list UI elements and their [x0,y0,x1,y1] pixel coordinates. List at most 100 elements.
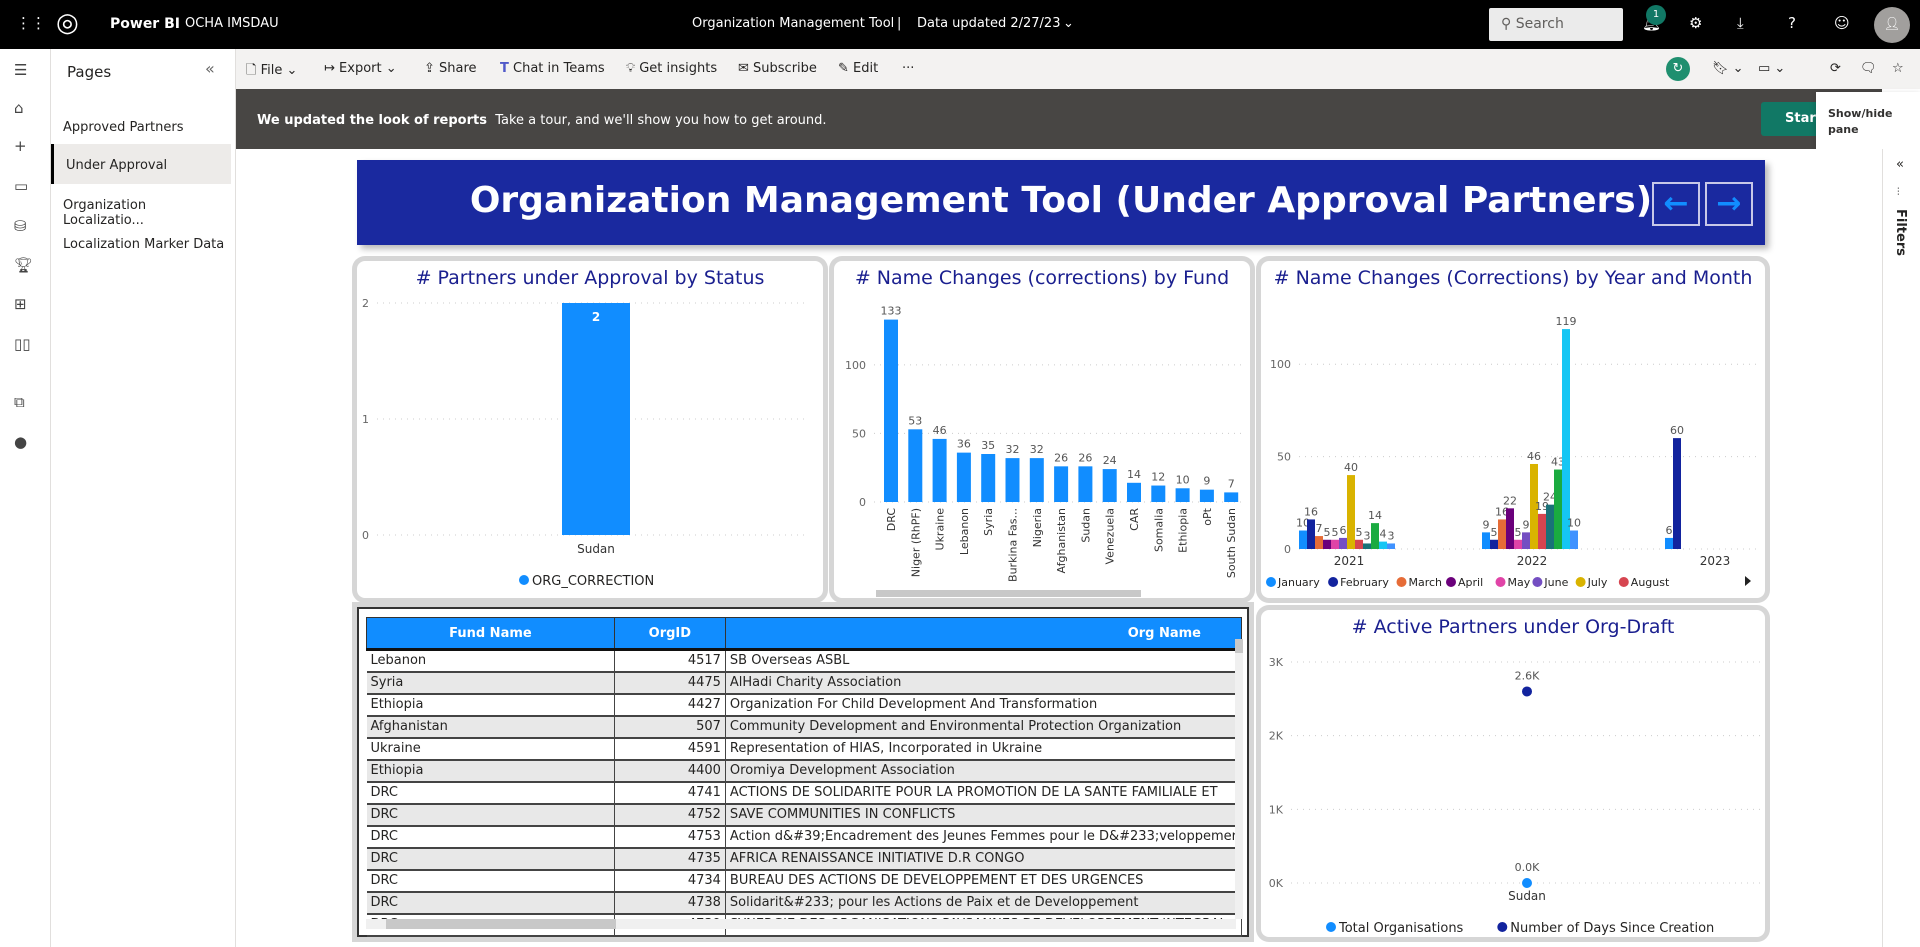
home-icon[interactable]: ⌂ [14,99,24,117]
table-row[interactable]: Ethiopia 4427 Organization For Child Devel… [366,693,1243,717]
org-name-cell: ACTIONS DE SOLIDARITE POUR LA PROMOTION … [725,781,1243,805]
legend-label: Number of Days Since Creation [1510,921,1714,936]
column-header-fund-name[interactable]: Fund Name [366,617,615,651]
chart-title: # Name Changes (corrections) by Fund [854,267,1230,289]
horizontal-scrollbar[interactable] [366,919,1236,929]
table-row[interactable]: DRC 4735 AFRICA RENAISSANCE INITIATIVE D.R… [366,847,1243,871]
chart-title: # Partners under Approval by Status [415,267,765,289]
bar [1673,438,1681,549]
brand[interactable]: Power BI [110,16,180,32]
chat-in-teams-button[interactable]: T Chat in Teams [500,61,605,76]
legend-label: June [1543,576,1568,589]
get-insights-button[interactable]: 💡︎ Get insights [626,61,717,76]
x-tick-label: Venezuela [1104,508,1117,565]
next-page-button[interactable]: → [1705,182,1753,226]
table-row[interactable]: Afghanistan 507 Community Development and … [366,715,1243,739]
active-partners-org-draft-chart[interactable]: # Active Partners under Org-Draft 0K 1K 2K 3… [1261,610,1765,937]
workspace-name[interactable]: OCHA IMSDAU [185,16,279,31]
bar [1554,469,1562,549]
edit-button[interactable]: ✎ Edit [838,61,878,76]
help-icon[interactable]: ? [1788,14,1796,32]
apps-icon[interactable]: ⊞ [14,295,27,313]
profile-icon[interactable]: ● [14,433,27,451]
name-changes-by-year-month-chart[interactable]: # Name Changes (Corrections) by Year and… [1261,261,1765,598]
more-options-button[interactable]: ··· [902,61,914,76]
bookmark-icon[interactable]: 🔖︎ ⌄ [1712,61,1744,76]
bar [1363,543,1371,549]
data-label: 46 [933,424,947,437]
table-row[interactable]: Lebanon 4517 SB Overseas ASBL [366,649,1243,673]
org-name-cell: Oromiya Development Association [725,759,1243,783]
orgid-cell: 4734 [614,869,726,893]
search-input[interactable]: ⚲ Search [1489,8,1623,41]
refresh-icon[interactable]: ⟳ [1830,61,1841,76]
collapse-pages-icon[interactable]: « [205,59,215,78]
plus-icon[interactable]: + [14,137,27,155]
page-under-approval[interactable]: Under Approval [51,144,231,184]
table-row[interactable]: Syria 4475 AlHadi Charity Association [366,671,1243,695]
x-tick-label: DRC [885,508,898,532]
name-changes-by-fund-chart[interactable]: # Name Changes (corrections) by Fund 0 50 1… [834,261,1250,598]
legend-marker [1328,577,1339,587]
table-row[interactable]: Ethiopia 4400 Oromiya Development Associat… [366,759,1243,783]
book-icon[interactable]: ▯▯ [14,335,31,353]
export-menu[interactable]: ↦ Export ⌄ [324,61,397,76]
data-label: 9 [1523,518,1530,531]
column-header-org-name[interactable]: Org Name [724,617,1243,651]
fund-name-cell: Syria [366,671,615,695]
legend-marker [1495,577,1506,587]
orgid-cell: 4752 [614,803,726,827]
bar [1224,492,1239,502]
legend-next-arrow [1745,576,1751,586]
folder-icon[interactable]: ▭ [14,177,28,195]
chevron-down-icon[interactable]: ⌄ [1063,16,1074,31]
partners-by-status-chart[interactable]: # Partners under Approval by Status 0 1 2 2 S… [357,261,823,598]
share-button[interactable]: ⇪ Share [424,61,477,76]
page-approved-partners[interactable]: Approved Partners [51,106,231,146]
table-row[interactable]: DRC 4741 ACTIONS DE SOLIDARITE POUR LA PRO… [366,781,1243,805]
filters-pane[interactable]: « ⫶ Filters [1882,149,1920,947]
database-icon[interactable]: ⛁ [14,217,27,235]
report-title: Organization Management Tool [692,16,895,31]
y-tick-label: 0 [362,529,369,542]
start-tour-button[interactable]: Start [1761,102,1822,136]
data-point [1522,878,1532,888]
table-row[interactable]: DRC 4752 SAVE COMMUNITIES IN CONFLICTS [366,803,1243,827]
table-row[interactable]: DRC 4753 Action d&#39;Encadrement des Jeun… [366,825,1243,849]
data-updated[interactable]: Data updated 2/27/23 [917,16,1060,31]
partners-table[interactable]: Fund Name OrgID Org Name Lebanon 4517 SB O… [357,607,1249,937]
expand-filters-icon[interactable]: « [1896,157,1904,172]
previous-page-button[interactable]: ← [1652,182,1700,226]
download-icon[interactable]: ⤓ [1737,14,1744,32]
avatar[interactable]: 👤︎ [1874,7,1910,43]
subscribe-button[interactable]: ✉ Subscribe [738,61,817,76]
page-organization-localization[interactable]: Organization Localizatio... [51,184,231,228]
workspaces-icon[interactable]: ⧉ [14,393,25,411]
legend-marker [1326,922,1336,932]
x-tick-label: Lebanon [958,508,971,555]
app-launcher-icon[interactable]: ⋮⋮ [16,14,46,32]
hamburger-icon[interactable]: ☰ [14,61,27,79]
comment-icon[interactable]: 🗨︎ [1860,61,1877,76]
report-title-banner: Organization Management Tool (Under Appr… [357,160,1765,245]
file-menu[interactable]: 🗋 File ⌄ [246,61,297,83]
table-row[interactable]: DRC 4734 BUREAU DES ACTIONS DE DEVELOPPEME… [366,869,1243,893]
table-row[interactable]: DRC 4738 Solidarit&#233; pour les Actions … [366,891,1243,915]
gear-icon[interactable]: ⚙ [1689,14,1702,32]
bar [932,438,947,502]
filters-label: Filters [1893,209,1908,256]
org-name-cell: Solidarit&#233; pour les Actions de Paix… [725,891,1243,915]
vertical-scrollbar[interactable] [1235,639,1243,919]
column-header-orgid[interactable]: OrgID [613,617,726,651]
pages-header: Pages [67,63,112,81]
feedback-smiley-icon[interactable]: ☺ [1834,14,1850,32]
data-label: 14 [1368,509,1382,522]
data-label: 35 [981,439,995,452]
page-localization-marker-data[interactable]: Localization Marker Data [51,223,231,263]
favorite-star-icon[interactable]: ☆ [1892,61,1904,76]
trophy-icon[interactable]: 🏆︎ [14,256,33,274]
view-icon[interactable]: ▭ ⌄ [1758,61,1785,76]
bar [1371,523,1379,549]
table-row[interactable]: Ukraine 4591 Representation of HIAS, Incor… [366,737,1243,761]
reset-icon[interactable]: ↻ [1666,57,1690,81]
